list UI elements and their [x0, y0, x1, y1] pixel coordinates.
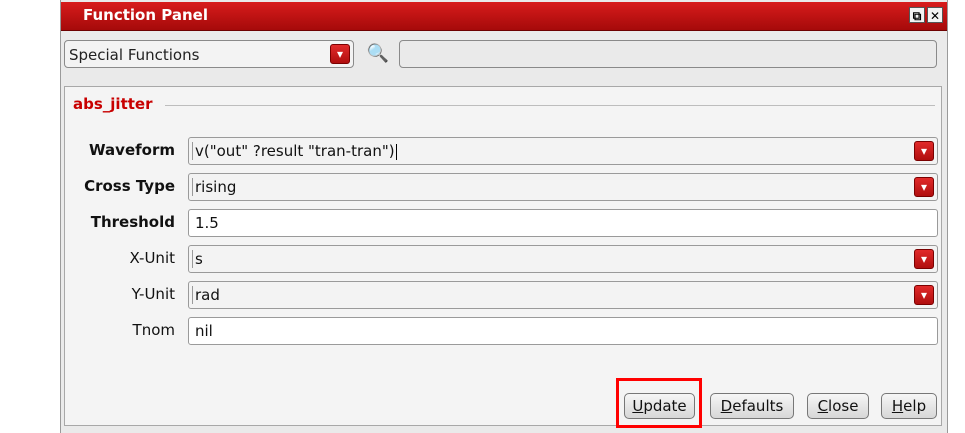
- defaults-button[interactable]: Defaults: [710, 393, 794, 419]
- close-button[interactable]: Close: [807, 393, 869, 419]
- waveform-field[interactable]: v("out" ?result "tran-tran") ▾: [188, 137, 938, 165]
- category-select-value: Special Functions: [69, 46, 200, 64]
- threshold-input[interactable]: 1.5: [188, 209, 938, 237]
- defaults-button-mnemonic: D: [720, 397, 733, 415]
- threshold-label: Threshold: [90, 213, 175, 231]
- threshold-row: Threshold 1.5: [65, 209, 941, 237]
- category-select[interactable]: Special Functions ▾: [64, 40, 354, 68]
- restore-icon[interactable]: ⧉: [909, 7, 925, 23]
- close-icon[interactable]: ✕: [927, 7, 943, 23]
- window-title: Function Panel: [83, 6, 208, 24]
- help-button-label: elp: [903, 397, 927, 415]
- tnom-input[interactable]: nil: [188, 317, 938, 345]
- close-button-label: lose: [828, 397, 859, 415]
- function-group: abs_jitter Waveform v("out" ?result "tra…: [64, 86, 942, 428]
- defaults-button-label: efaults: [732, 397, 784, 415]
- cross-type-row: Cross Type rising ▾: [65, 173, 941, 201]
- title-bar[interactable]: Function Panel ⧉ ✕: [61, 2, 947, 31]
- help-button-mnemonic: H: [891, 397, 904, 415]
- search-icon[interactable]: 🔍: [364, 40, 392, 68]
- y-unit-row: Y-Unit rad ▾: [65, 281, 941, 309]
- tnom-row: Tnom nil: [65, 317, 941, 345]
- chevron-down-icon[interactable]: ▾: [914, 177, 934, 197]
- tnom-value: nil: [195, 322, 213, 340]
- x-unit-row: X-Unit s ▾: [65, 245, 941, 273]
- update-highlight-box: [616, 378, 702, 428]
- x-unit-select[interactable]: s ▾: [188, 245, 938, 273]
- function-panel-window: Function Panel ⧉ ✕ Special Functions ▾ 🔍…: [60, 0, 948, 433]
- x-unit-value: s: [192, 250, 203, 268]
- cross-type-value: rising: [192, 178, 236, 196]
- y-unit-select[interactable]: rad ▾: [188, 281, 938, 309]
- chevron-down-icon[interactable]: ▾: [914, 285, 934, 305]
- chevron-down-icon[interactable]: ▾: [914, 141, 934, 161]
- text-caret: [395, 143, 397, 160]
- cross-type-label: Cross Type: [84, 177, 175, 195]
- toolbar: Special Functions ▾ 🔍: [61, 36, 947, 72]
- chevron-down-icon[interactable]: ▾: [330, 44, 350, 64]
- waveform-label: Waveform: [89, 141, 175, 159]
- waveform-row: Waveform v("out" ?result "tran-tran") ▾: [65, 137, 941, 165]
- tnom-label: Tnom: [132, 321, 175, 339]
- help-button[interactable]: Help: [881, 393, 937, 419]
- search-input[interactable]: [399, 40, 937, 68]
- chevron-down-icon[interactable]: ▾: [914, 249, 934, 269]
- y-unit-label: Y-Unit: [131, 285, 175, 303]
- group-divider: [165, 105, 935, 106]
- x-unit-label: X-Unit: [129, 249, 175, 267]
- y-unit-value: rad: [192, 286, 220, 304]
- waveform-value: v("out" ?result "tran-tran"): [192, 142, 397, 160]
- cross-type-select[interactable]: rising ▾: [188, 173, 938, 201]
- threshold-value: 1.5: [195, 214, 219, 232]
- function-name-heading: abs_jitter: [73, 95, 157, 113]
- close-button-mnemonic: C: [817, 397, 829, 415]
